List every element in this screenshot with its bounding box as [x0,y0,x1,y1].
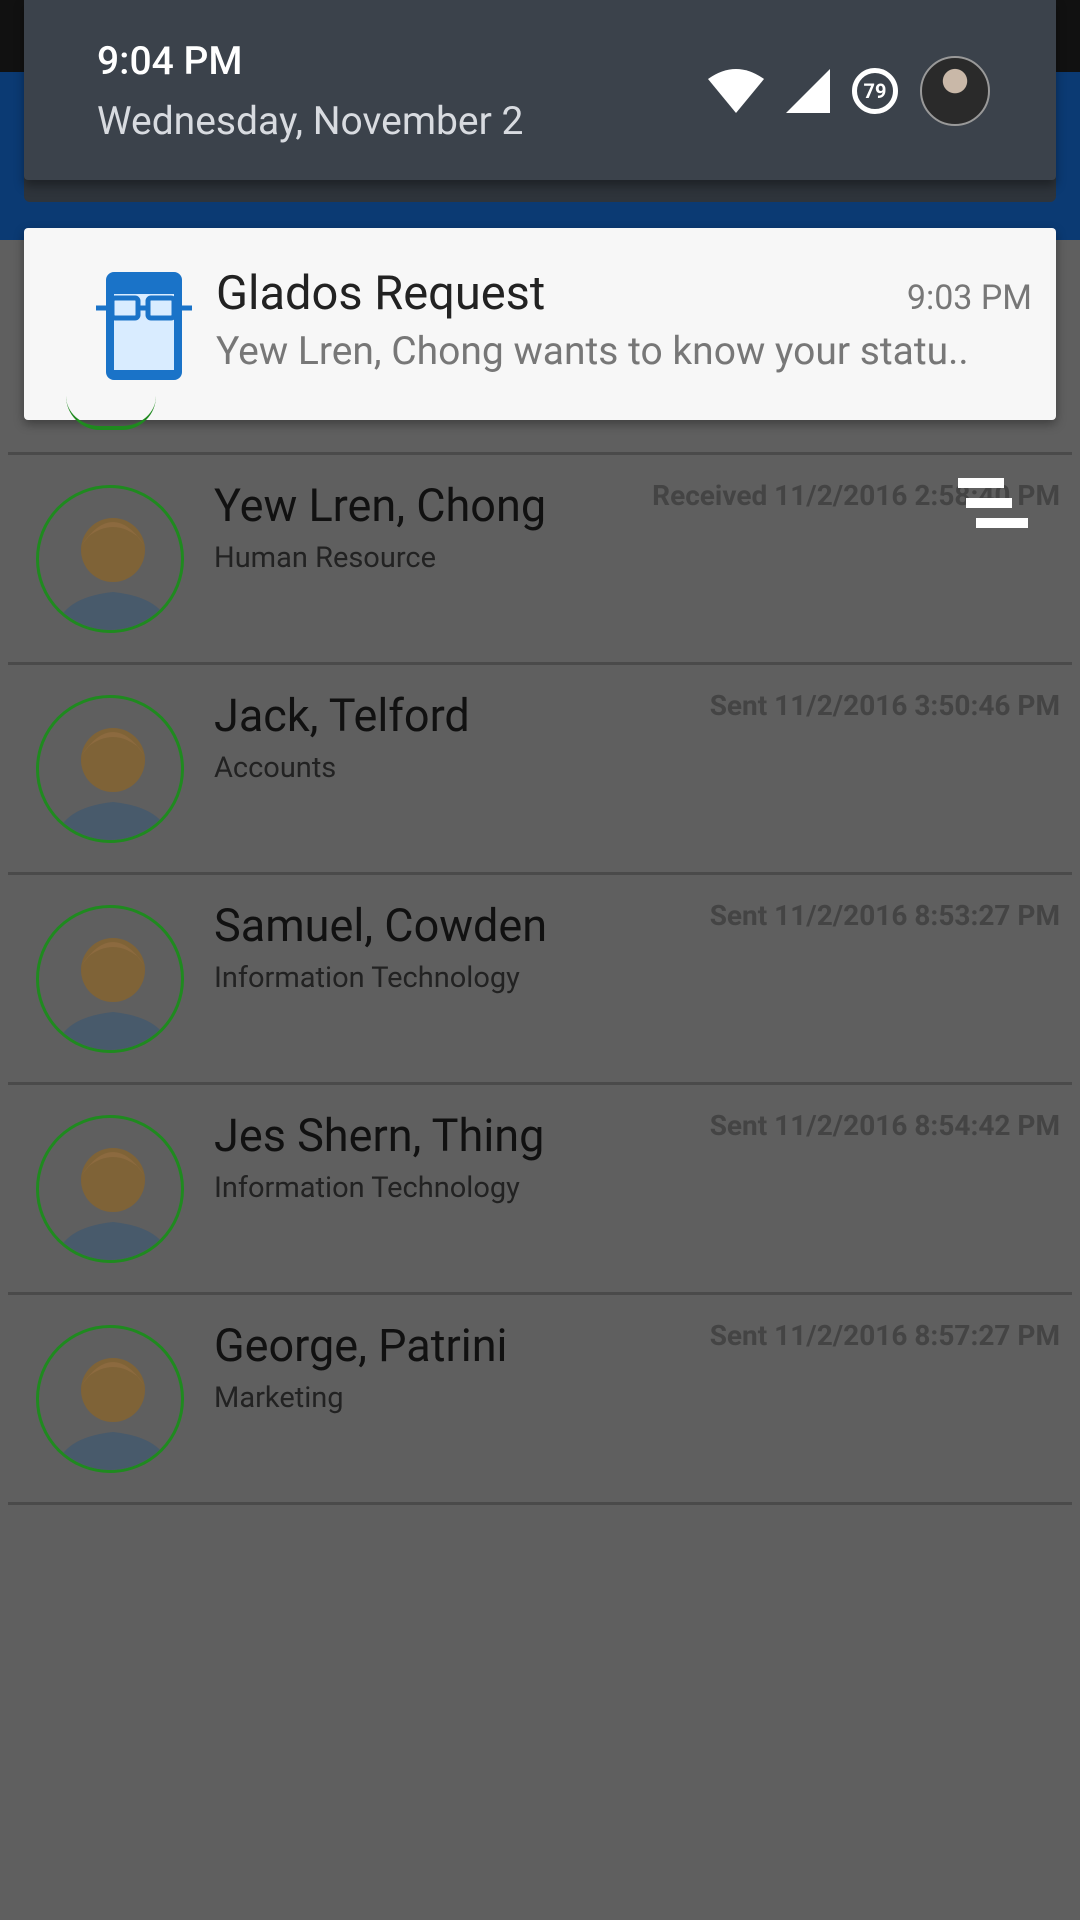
list-item[interactable]: Jes Shern, Thing Information Technology … [8,1085,1072,1295]
contact-name: Samuel, Cowden [214,899,548,952]
contact-department: Human Resource [214,541,436,575]
contact-department: Marketing [214,1381,344,1415]
user-avatar-icon [36,1325,184,1473]
list-item[interactable]: Jack, Telford Accounts Sent 11/2/2016 3:… [8,665,1072,875]
shade-time: 9:04 PM [97,38,243,84]
status-icons: 79 [708,56,990,126]
contact-department: Information Technology [214,961,520,995]
contact-status: Sent 11/2/2016 3:50:46 PM [709,689,1060,722]
contact-list: Yew Lren, Chong Human Resource Received … [8,452,1072,1505]
user-avatar-icon [36,485,184,633]
glados-app-icon [96,272,192,380]
stack-menu-icon[interactable] [958,478,1032,530]
contact-status: Sent 11/2/2016 8:57:27 PM [709,1319,1060,1352]
contact-status: Sent 11/2/2016 8:54:42 PM [709,1109,1060,1142]
user-avatar-icon [36,695,184,843]
contact-department: Information Technology [214,1171,520,1205]
contact-department: Accounts [214,751,337,785]
signal-icon [786,69,830,113]
notification-message: Yew Lren, Chong wants to know your statu… [216,328,969,374]
notification-time: 9:03 PM [906,278,1032,318]
list-item[interactable]: Samuel, Cowden Information Technology Se… [8,875,1072,1085]
contact-status: Sent 11/2/2016 8:53:27 PM [709,899,1060,932]
contact-name: Jack, Telford [214,689,470,742]
notification-shade-header[interactable]: 9:04 PM Wednesday, November 2 79 [24,0,1056,180]
list-item[interactable]: Yew Lren, Chong Human Resource Received … [8,452,1072,665]
notification-title: Glados Request [216,266,546,321]
battery-icon: 79 [852,68,898,114]
user-avatar-icon [36,1115,184,1263]
contact-name: George, Patrini [214,1319,508,1372]
notification-card[interactable]: Glados Request 9:03 PM Yew Lren, Chong w… [24,228,1056,420]
contact-name: Yew Lren, Chong [214,479,547,532]
partial-avatar-edge [66,396,156,430]
user-avatar-icon [36,905,184,1053]
shade-date: Wednesday, November 2 [97,98,524,144]
user-avatar-icon[interactable] [920,56,990,126]
list-item[interactable]: George, Patrini Marketing Sent 11/2/2016… [8,1295,1072,1505]
wifi-icon [708,69,764,113]
contact-name: Jes Shern, Thing [214,1109,545,1162]
